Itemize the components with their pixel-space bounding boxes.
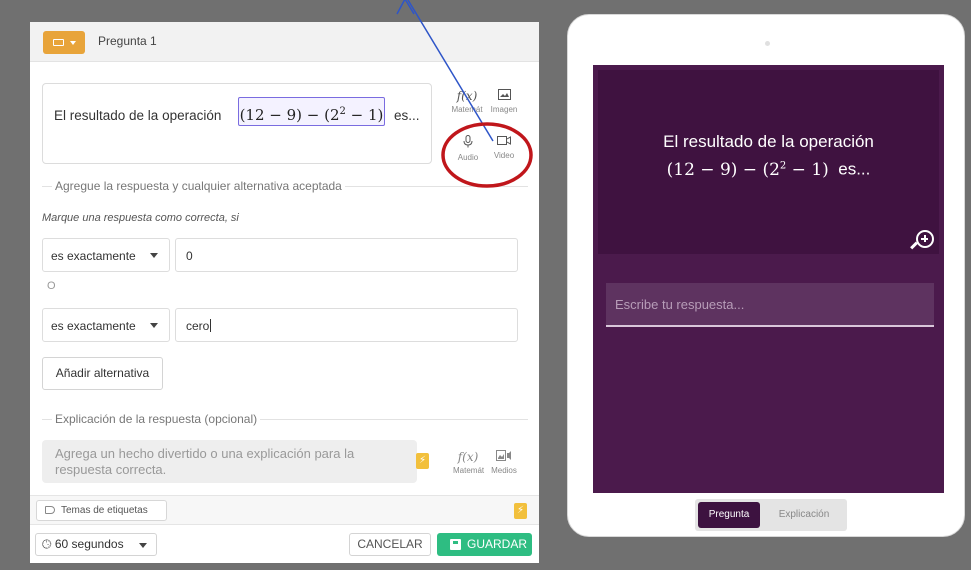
preview-device: El resultado de la operación (12 − 9) − … (567, 14, 965, 537)
editor-header: Pregunta 1 (30, 22, 539, 62)
answer-condition-select-2[interactable]: es exactamente (42, 308, 170, 342)
media-icon (489, 450, 519, 464)
editor-footer: 🕓︎ 60 segundos CANCELAR GUARDAR (30, 526, 539, 563)
explanation-input[interactable]: Agrega un hecho divertido o una explicac… (42, 440, 429, 483)
answers-section-label: Agregue la respuesta y cualquier alterna… (52, 179, 345, 193)
mark-correct-hint: Marque una respuesta como correcta, si (42, 212, 239, 224)
tag-topics-button[interactable]: Temas de etiquetas (36, 500, 167, 521)
math-expression[interactable]: (12 − 9) − (22 − 1) (238, 97, 385, 126)
tab-pregunta[interactable]: Pregunta (698, 502, 760, 528)
question-text-input[interactable]: El resultado de la operación (12 − 9) − … (42, 83, 432, 164)
chevron-down-icon (139, 543, 147, 548)
tag-icon (45, 506, 55, 514)
answer-value-1: 0 (186, 249, 193, 263)
explanation-placeholder: Agrega un hecho divertido o una explicac… (55, 446, 355, 477)
question-title: Pregunta 1 (98, 34, 157, 48)
save-label: GUARDAR (467, 537, 528, 551)
answer-value-2: cero (186, 319, 210, 333)
preview-math-b: − 1) (786, 159, 829, 180)
save-icon (450, 539, 461, 550)
preview-question-line1: El resultado de la operación (663, 132, 874, 151)
answer-condition-2: es exactamente (51, 319, 136, 333)
audio-tool-button[interactable]: Audio (453, 135, 483, 162)
answer-condition-select-1[interactable]: es exactamente (42, 238, 170, 272)
cancel-button[interactable]: CANCELAR (349, 533, 431, 556)
preview-question-area: El resultado de la operación (12 − 9) − … (598, 70, 939, 254)
question-type-icon (53, 39, 64, 46)
preview-answer-placeholder: Escribe tu respuesta... (615, 297, 745, 312)
question-suffix: es... (394, 108, 420, 123)
chevron-down-icon (150, 253, 158, 258)
math-part-a: (12 − 9) − (2 (239, 106, 340, 124)
preview-answer-input[interactable]: Escribe tu respuesta... (606, 283, 934, 327)
explanation-media-tool[interactable]: Medios (489, 450, 519, 475)
math-function-icon: f(x) (456, 89, 478, 103)
explanation-math-label: Matemát (453, 466, 485, 475)
question-type-dropdown[interactable] (43, 31, 85, 54)
add-alternative-button[interactable]: Añadir alternativa (42, 357, 163, 390)
preview-math-a: (12 − 9) − (2 (666, 159, 780, 180)
image-tool-button[interactable]: Imagen (488, 89, 520, 114)
save-button[interactable]: GUARDAR (437, 533, 532, 556)
tags-bar: Temas de etiquetas ⚡ (30, 495, 539, 525)
explanation-section-label: Explicación de la respuesta (opcional) (52, 412, 261, 426)
tab-explicacion[interactable]: Explicación (767, 502, 841, 528)
audio-tool-label: Audio (457, 153, 479, 162)
math-tool-label: Matemát (451, 105, 483, 114)
video-tool-button[interactable]: Video (489, 135, 519, 160)
answer-value-2-wrap: cero (186, 319, 212, 333)
lightning-icon[interactable]: ⚡ (514, 503, 527, 519)
time-limit-dropdown[interactable]: 🕓︎ 60 segundos (35, 533, 157, 556)
answer-input-2[interactable]: cero (175, 308, 518, 342)
preview-math: (12 − 9) − (22 − 1) (667, 160, 829, 180)
question-editor: Pregunta 1 El resultado de la operación … (30, 22, 539, 563)
annotation-arrow-head (396, 0, 415, 15)
zoom-in-icon[interactable] (910, 230, 934, 250)
answer-input-1[interactable]: 0 (175, 238, 518, 272)
preview-tabs: Pregunta Explicación (695, 499, 847, 531)
clock-icon: 🕓︎ (42, 537, 52, 551)
math-tool-button[interactable]: f(x) Matemát (451, 89, 483, 114)
preview-screen: El resultado de la operación (12 − 9) − … (593, 65, 944, 493)
image-tool-label: Imagen (490, 105, 518, 114)
question-text: El resultado de la operación (54, 108, 222, 123)
preview-question-line2: (12 − 9) − (22 − 1) es... (598, 154, 939, 182)
or-separator: O (47, 280, 56, 292)
microphone-icon (453, 135, 483, 151)
explanation-math-tool[interactable]: f(x) Matemát (453, 450, 485, 475)
preview-question: El resultado de la operación (12 − 9) − … (598, 130, 939, 182)
preview-question-suffix: es... (838, 159, 871, 179)
text-cursor (210, 319, 212, 332)
lightning-icon[interactable]: ⚡ (416, 453, 429, 469)
image-icon (488, 89, 520, 103)
explanation-media-label: Medios (491, 466, 517, 475)
answer-condition-1: es exactamente (51, 249, 136, 263)
video-tool-label: Video (493, 151, 515, 160)
video-icon (489, 135, 519, 149)
tag-topics-label: Temas de etiquetas (61, 505, 148, 516)
zoom-handle (910, 241, 918, 250)
time-limit-value: 60 segundos (54, 537, 124, 551)
device-camera (765, 41, 770, 46)
math-function-icon: f(x) (457, 450, 479, 464)
math-part-b: − 1) (345, 106, 384, 124)
chevron-down-icon (150, 323, 158, 328)
chevron-down-icon (70, 41, 76, 45)
